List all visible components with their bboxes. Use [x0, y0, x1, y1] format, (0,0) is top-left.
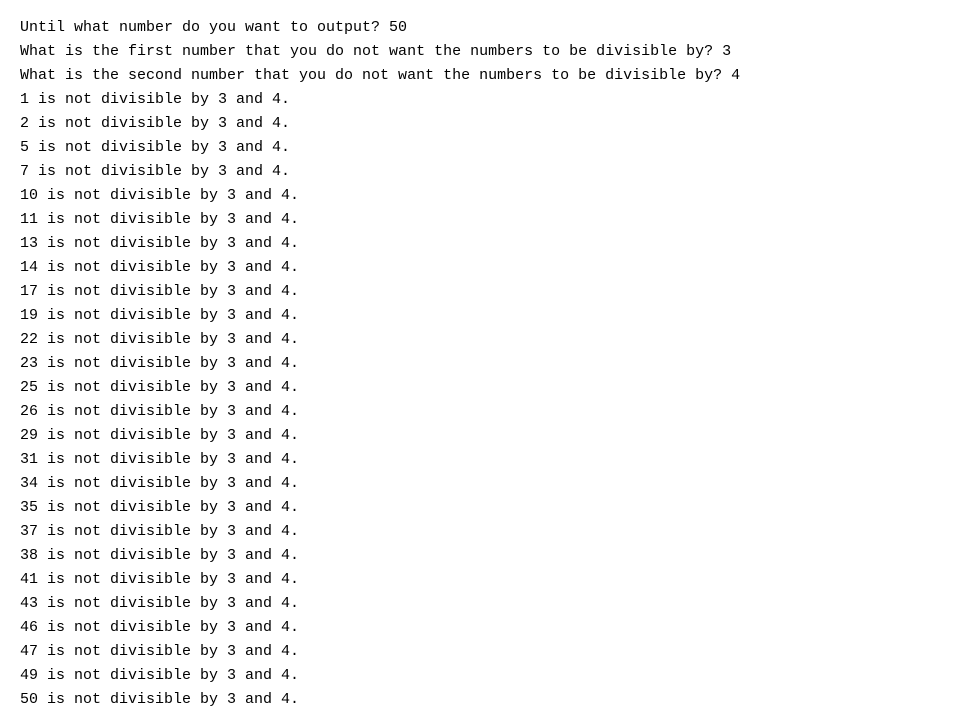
- output-line: 17 is not divisible by 3 and 4.: [20, 280, 949, 304]
- output-line: 49 is not divisible by 3 and 4.: [20, 664, 949, 688]
- output-line: 19 is not divisible by 3 and 4.: [20, 304, 949, 328]
- output-line: 37 is not divisible by 3 and 4.: [20, 520, 949, 544]
- output-line: 43 is not divisible by 3 and 4.: [20, 592, 949, 616]
- output-line: 23 is not divisible by 3 and 4.: [20, 352, 949, 376]
- output-line: 1 is not divisible by 3 and 4.: [20, 88, 949, 112]
- output-line: 5 is not divisible by 3 and 4.: [20, 136, 949, 160]
- output-line: What is the second number that you do no…: [20, 64, 949, 88]
- output-line: 31 is not divisible by 3 and 4.: [20, 448, 949, 472]
- output-line: 46 is not divisible by 3 and 4.: [20, 616, 949, 640]
- output-line: 29 is not divisible by 3 and 4.: [20, 424, 949, 448]
- output-line: 38 is not divisible by 3 and 4.: [20, 544, 949, 568]
- output-line: 35 is not divisible by 3 and 4.: [20, 496, 949, 520]
- output-line: 7 is not divisible by 3 and 4.: [20, 160, 949, 184]
- output-line: 50 is not divisible by 3 and 4.: [20, 688, 949, 712]
- output-line: 14 is not divisible by 3 and 4.: [20, 256, 949, 280]
- output-line: Until what number do you want to output?…: [20, 16, 949, 40]
- output-container: Until what number do you want to output?…: [20, 16, 949, 712]
- output-line: What is the first number that you do not…: [20, 40, 949, 64]
- output-line: 47 is not divisible by 3 and 4.: [20, 640, 949, 664]
- output-line: 41 is not divisible by 3 and 4.: [20, 568, 949, 592]
- output-line: 2 is not divisible by 3 and 4.: [20, 112, 949, 136]
- output-line: 22 is not divisible by 3 and 4.: [20, 328, 949, 352]
- output-line: 34 is not divisible by 3 and 4.: [20, 472, 949, 496]
- output-line: 26 is not divisible by 3 and 4.: [20, 400, 949, 424]
- output-line: 13 is not divisible by 3 and 4.: [20, 232, 949, 256]
- output-line: 11 is not divisible by 3 and 4.: [20, 208, 949, 232]
- output-line: 25 is not divisible by 3 and 4.: [20, 376, 949, 400]
- output-line: 10 is not divisible by 3 and 4.: [20, 184, 949, 208]
